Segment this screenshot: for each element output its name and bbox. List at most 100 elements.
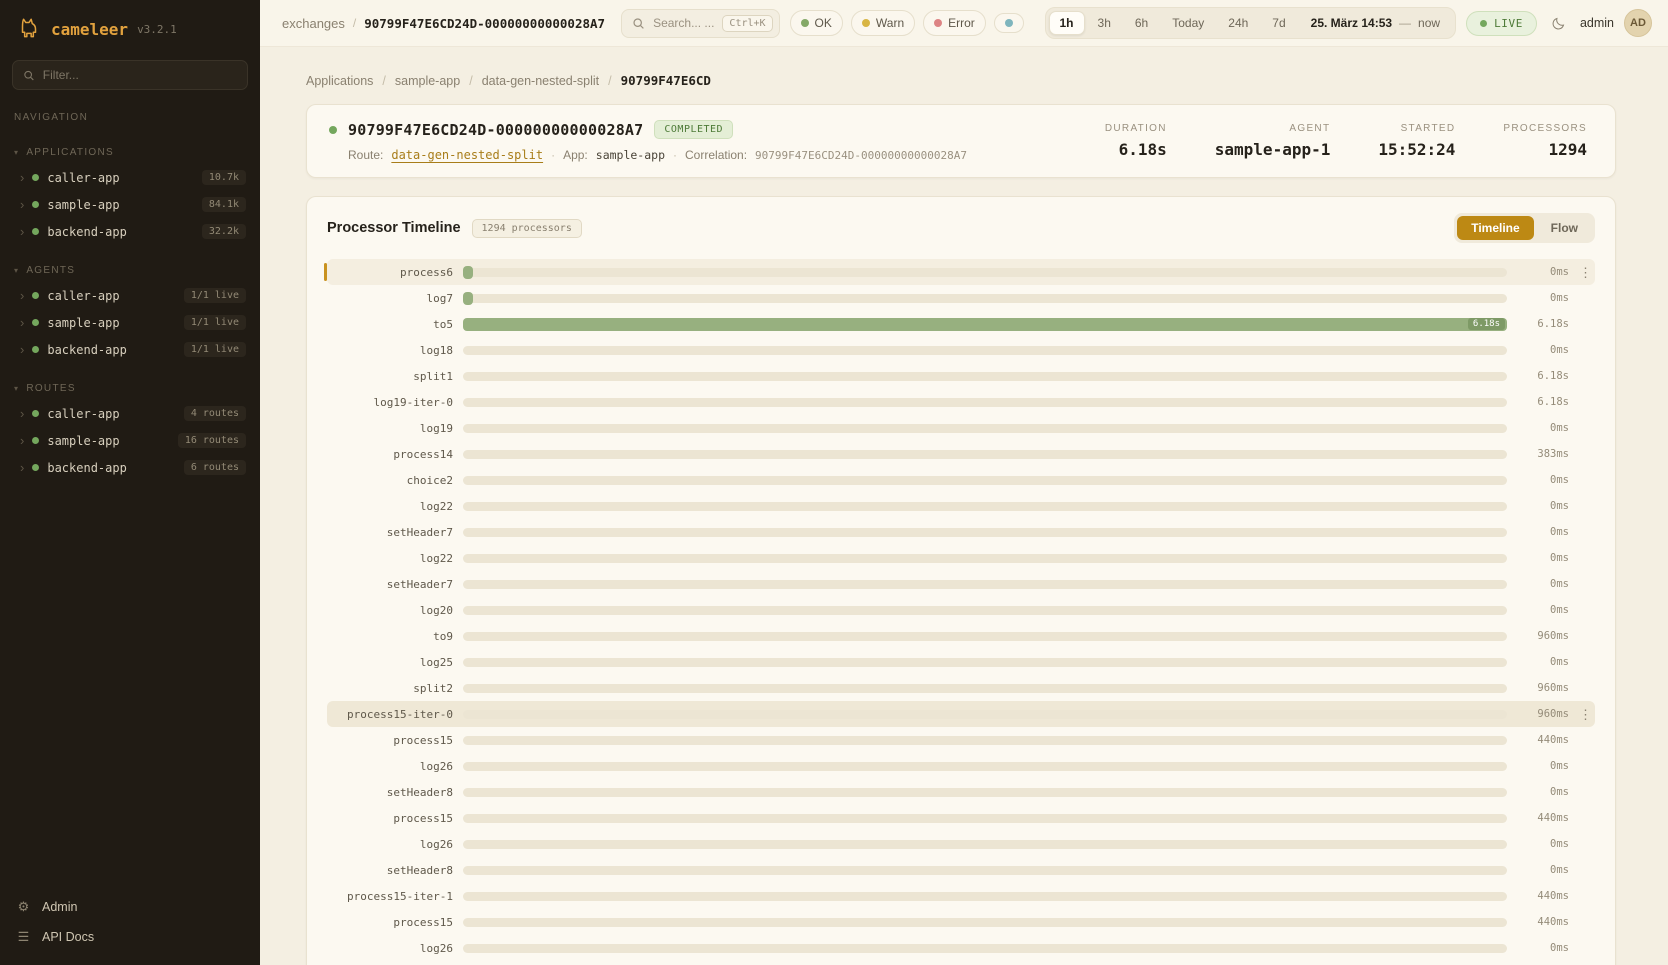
timeline-track: [463, 528, 1507, 537]
sidebar-filter[interactable]: [12, 60, 248, 90]
timeline-track: [463, 788, 1507, 797]
processor-duration: 0ms: [1517, 344, 1569, 356]
timeline-row[interactable]: log220ms⋮: [327, 493, 1595, 519]
processor-name: split1: [331, 370, 453, 383]
status-dot: [32, 201, 39, 208]
filter-pill-dot[interactable]: [994, 13, 1024, 33]
timeline-row[interactable]: log250ms⋮: [327, 649, 1595, 675]
timeline-row[interactable]: to9960ms⋮: [327, 623, 1595, 649]
timeline-row[interactable]: log19-iter-06.18s⋮: [327, 389, 1595, 415]
breadcrumb-separator: /: [469, 74, 472, 88]
chevron-right-icon: ›: [20, 316, 24, 329]
processor-name: process15-iter-1: [331, 890, 453, 903]
timeline-row[interactable]: setHeader70ms⋮: [327, 519, 1595, 545]
timeline-row[interactable]: log260ms⋮: [327, 753, 1595, 779]
sidebar-item-backend-app[interactable]: ›backend-app6 routes: [0, 454, 260, 481]
exchange-summary-card: 90799F47E6CD24D-00000000000028A7 COMPLET…: [306, 104, 1616, 178]
range-button-1h[interactable]: 1h: [1049, 11, 1085, 35]
timeline-track: [463, 658, 1507, 667]
timeline-row[interactable]: log180ms⋮: [327, 337, 1595, 363]
processor-duration: 0ms: [1517, 786, 1569, 798]
gear-icon: ⚙: [16, 899, 31, 915]
sidebar-section-header[interactable]: ▾ROUTES: [0, 379, 260, 400]
range-button-today[interactable]: Today: [1161, 11, 1215, 35]
sidebar-item-label: backend-app: [47, 343, 175, 357]
timeline-row[interactable]: to56.18s6.18s⋮: [327, 311, 1595, 337]
timeline-row[interactable]: process14383ms⋮: [327, 441, 1595, 467]
timeline-row[interactable]: process15-iter-0960ms⋮: [327, 701, 1595, 727]
theme-toggle[interactable]: [1547, 14, 1570, 33]
breadcrumb-item[interactable]: sample-app: [395, 74, 460, 88]
time-range-display: 25. März 14:53 — now: [1299, 16, 1452, 30]
status-dot: [32, 410, 39, 417]
timeline-row[interactable]: log190ms⋮: [327, 415, 1595, 441]
stat-started: STARTED15:52:24: [1378, 123, 1455, 159]
timeline-row[interactable]: process60ms⋮: [327, 259, 1595, 285]
sidebar-sections: ▾APPLICATIONS›caller-app10.7k›sample-app…: [0, 127, 260, 481]
processor-name: log19-iter-0: [331, 396, 453, 409]
sidebar-item-caller-app[interactable]: ›caller-app4 routes: [0, 400, 260, 427]
sidebar-item-backend-app[interactable]: ›backend-app32.2k: [0, 218, 260, 245]
range-button-6h[interactable]: 6h: [1124, 11, 1159, 35]
view-button-flow[interactable]: Flow: [1537, 216, 1592, 240]
range-button-3h[interactable]: 3h: [1087, 11, 1122, 35]
timeline-row[interactable]: log260ms⋮: [327, 831, 1595, 857]
timeline-row[interactable]: log200ms⋮: [327, 597, 1595, 623]
timeline-row[interactable]: process15440ms⋮: [327, 727, 1595, 753]
timeline-row[interactable]: process15-iter-1440ms⋮: [327, 883, 1595, 909]
timeline-row[interactable]: setHeader80ms⋮: [327, 779, 1595, 805]
sidebar-item-caller-app[interactable]: ›caller-app10.7k: [0, 164, 260, 191]
range-button-24h[interactable]: 24h: [1217, 11, 1259, 35]
processor-name: log20: [331, 604, 453, 617]
timeline-row[interactable]: process15440ms⋮: [327, 805, 1595, 831]
breadcrumb-exchanges[interactable]: exchanges: [282, 16, 345, 31]
breadcrumb-item[interactable]: data-gen-nested-split: [482, 74, 599, 88]
status-badge: COMPLETED: [654, 120, 733, 139]
kebab-menu-icon[interactable]: ⋮: [1579, 708, 1591, 721]
correlation-label: Correlation:: [685, 148, 747, 162]
timeline-row[interactable]: choice20ms⋮: [327, 467, 1595, 493]
processor-name: setHeader8: [331, 786, 453, 799]
timeline-row[interactable]: split16.18s⋮: [327, 363, 1595, 389]
sidebar-item-backend-app[interactable]: ›backend-app1/1 live: [0, 336, 260, 363]
chevron-right-icon: ›: [20, 171, 24, 184]
global-search[interactable]: Search... ... Ctrl+K: [621, 9, 779, 38]
kebab-menu-icon[interactable]: ⋮: [1579, 266, 1591, 279]
sidebar-footer-admin[interactable]: ⚙Admin: [16, 899, 244, 915]
app-logo[interactable]: cameleer v3.2.1: [0, 0, 260, 54]
timeline-row[interactable]: process15440ms⋮: [327, 909, 1595, 935]
sidebar-item-sample-app[interactable]: ›sample-app1/1 live: [0, 309, 260, 336]
timeline-row[interactable]: split2960ms⋮: [327, 675, 1595, 701]
sidebar-footer-api-docs[interactable]: ☰API Docs: [16, 929, 244, 945]
filter-input[interactable]: [43, 68, 237, 82]
timeline-track: [463, 814, 1507, 823]
filter-pill-ok[interactable]: OK: [790, 10, 843, 36]
processor-name: log25: [331, 656, 453, 669]
filter-pill-warn[interactable]: Warn: [851, 10, 915, 36]
meta-separator: ·: [673, 148, 677, 162]
stat-agent: AGENTsample-app-1: [1215, 123, 1331, 159]
timeline-track: [463, 502, 1507, 511]
sidebar-item-caller-app[interactable]: ›caller-app1/1 live: [0, 282, 260, 309]
route-link[interactable]: data-gen-nested-split: [391, 148, 543, 162]
live-toggle[interactable]: LIVE: [1466, 11, 1537, 36]
sidebar-section-header[interactable]: ▾APPLICATIONS: [0, 143, 260, 164]
timeline-row[interactable]: setHeader70ms⋮: [327, 571, 1595, 597]
timeline-row[interactable]: log220ms⋮: [327, 545, 1595, 571]
breadcrumb-item[interactable]: Applications: [306, 74, 373, 88]
status-dot: [32, 346, 39, 353]
sidebar-item-sample-app[interactable]: ›sample-app84.1k: [0, 191, 260, 218]
range-button-7d[interactable]: 7d: [1261, 11, 1296, 35]
filter-pill-error[interactable]: Error: [923, 10, 986, 36]
processor-name: log26: [331, 942, 453, 955]
timeline-row[interactable]: log260ms⋮: [327, 935, 1595, 961]
timeline-row[interactable]: setHeader80ms⋮: [327, 857, 1595, 883]
sidebar-section-header[interactable]: ▾AGENTS: [0, 261, 260, 282]
timeline-row[interactable]: log70ms⋮: [327, 285, 1595, 311]
menu-icon: ☰: [16, 929, 31, 945]
sidebar-item-sample-app[interactable]: ›sample-app16 routes: [0, 427, 260, 454]
view-button-timeline[interactable]: Timeline: [1457, 216, 1533, 240]
chevron-right-icon: ›: [20, 225, 24, 238]
cameleer-logo-icon: [16, 16, 42, 42]
user-avatar[interactable]: AD: [1624, 9, 1652, 37]
